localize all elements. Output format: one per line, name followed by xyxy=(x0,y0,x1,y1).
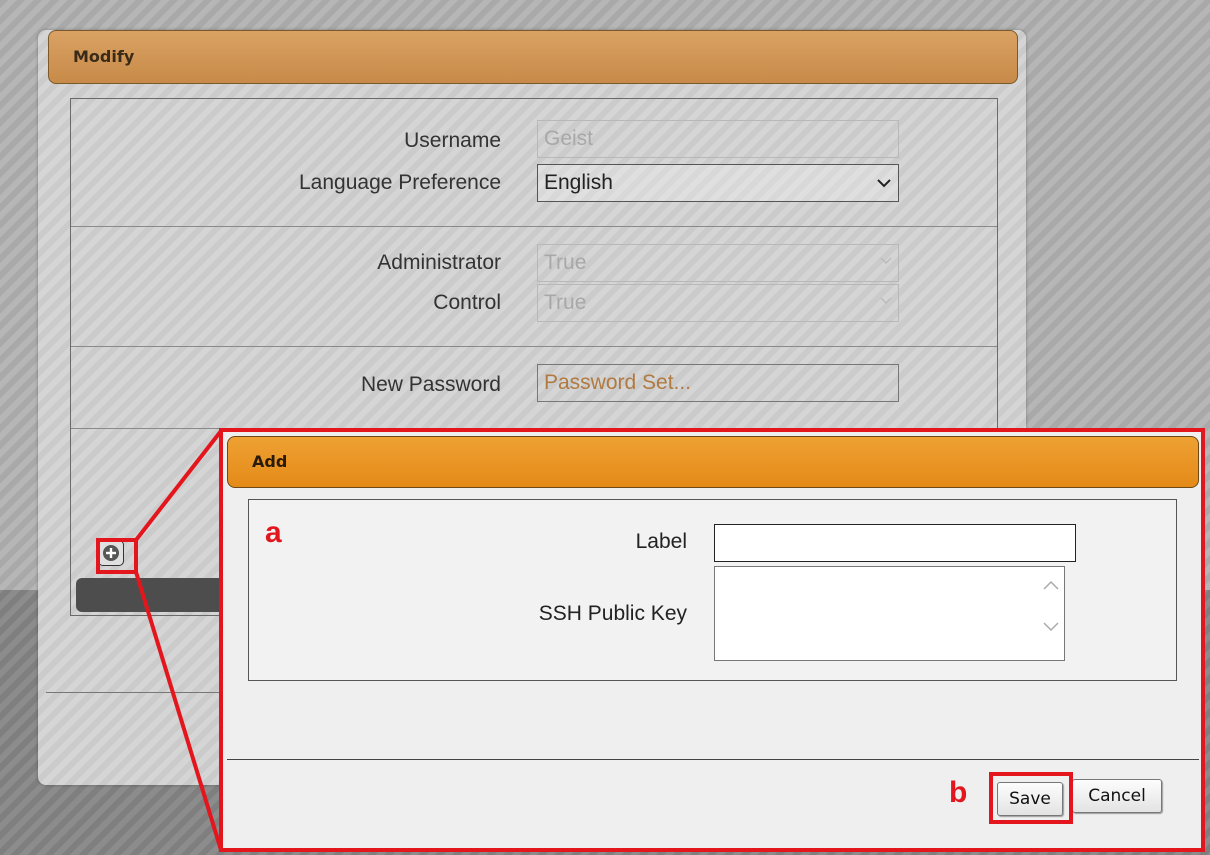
annotation-marker-a: a xyxy=(265,516,282,549)
label-input[interactable] xyxy=(714,524,1076,562)
label-field-label: Label xyxy=(635,530,687,553)
chevron-down-icon xyxy=(880,257,892,265)
control-select: True xyxy=(537,284,899,322)
scroll-up-icon[interactable] xyxy=(1042,577,1060,595)
add-button-highlight xyxy=(96,538,138,574)
control-value: True xyxy=(544,291,587,314)
cancel-button[interactable]: Cancel xyxy=(1072,779,1162,813)
username-label: Username xyxy=(404,129,501,152)
add-dialog-body: a Label SSH Public Key xyxy=(248,499,1177,681)
administrator-value: True xyxy=(544,251,587,274)
new-password-label: New Password xyxy=(360,373,501,396)
control-label: Control xyxy=(433,291,501,314)
add-dialog-header: Add xyxy=(227,436,1199,488)
ssh-keys-toolbar xyxy=(76,578,236,612)
ssh-public-key-textarea[interactable] xyxy=(714,566,1065,661)
section-divider xyxy=(71,346,997,347)
scroll-down-icon[interactable] xyxy=(1042,617,1060,635)
add-dialog-footer-divider xyxy=(227,759,1199,760)
annotation-marker-b: b xyxy=(949,776,968,809)
modify-dialog-title: Modify xyxy=(73,47,135,66)
administrator-label: Administrator xyxy=(377,251,501,274)
chevron-down-icon xyxy=(880,297,892,305)
chevron-down-icon xyxy=(877,179,891,188)
section-divider xyxy=(71,226,997,227)
add-ssh-key-dialog: Add a Label SSH Public Key b Save Cancel xyxy=(219,428,1205,852)
ssh-public-key-label: SSH Public Key xyxy=(538,602,687,625)
administrator-select: True xyxy=(537,244,899,282)
new-password-field[interactable]: Password Set... xyxy=(537,364,899,402)
username-field: Geist xyxy=(537,120,899,158)
modify-dialog-header: Modify xyxy=(48,30,1018,84)
save-button-highlight xyxy=(989,772,1073,824)
add-dialog-title: Add xyxy=(252,452,288,471)
language-preference-label: Language Preference xyxy=(299,171,501,194)
language-preference-value: English xyxy=(544,171,613,194)
language-preference-select[interactable]: English xyxy=(537,164,899,202)
